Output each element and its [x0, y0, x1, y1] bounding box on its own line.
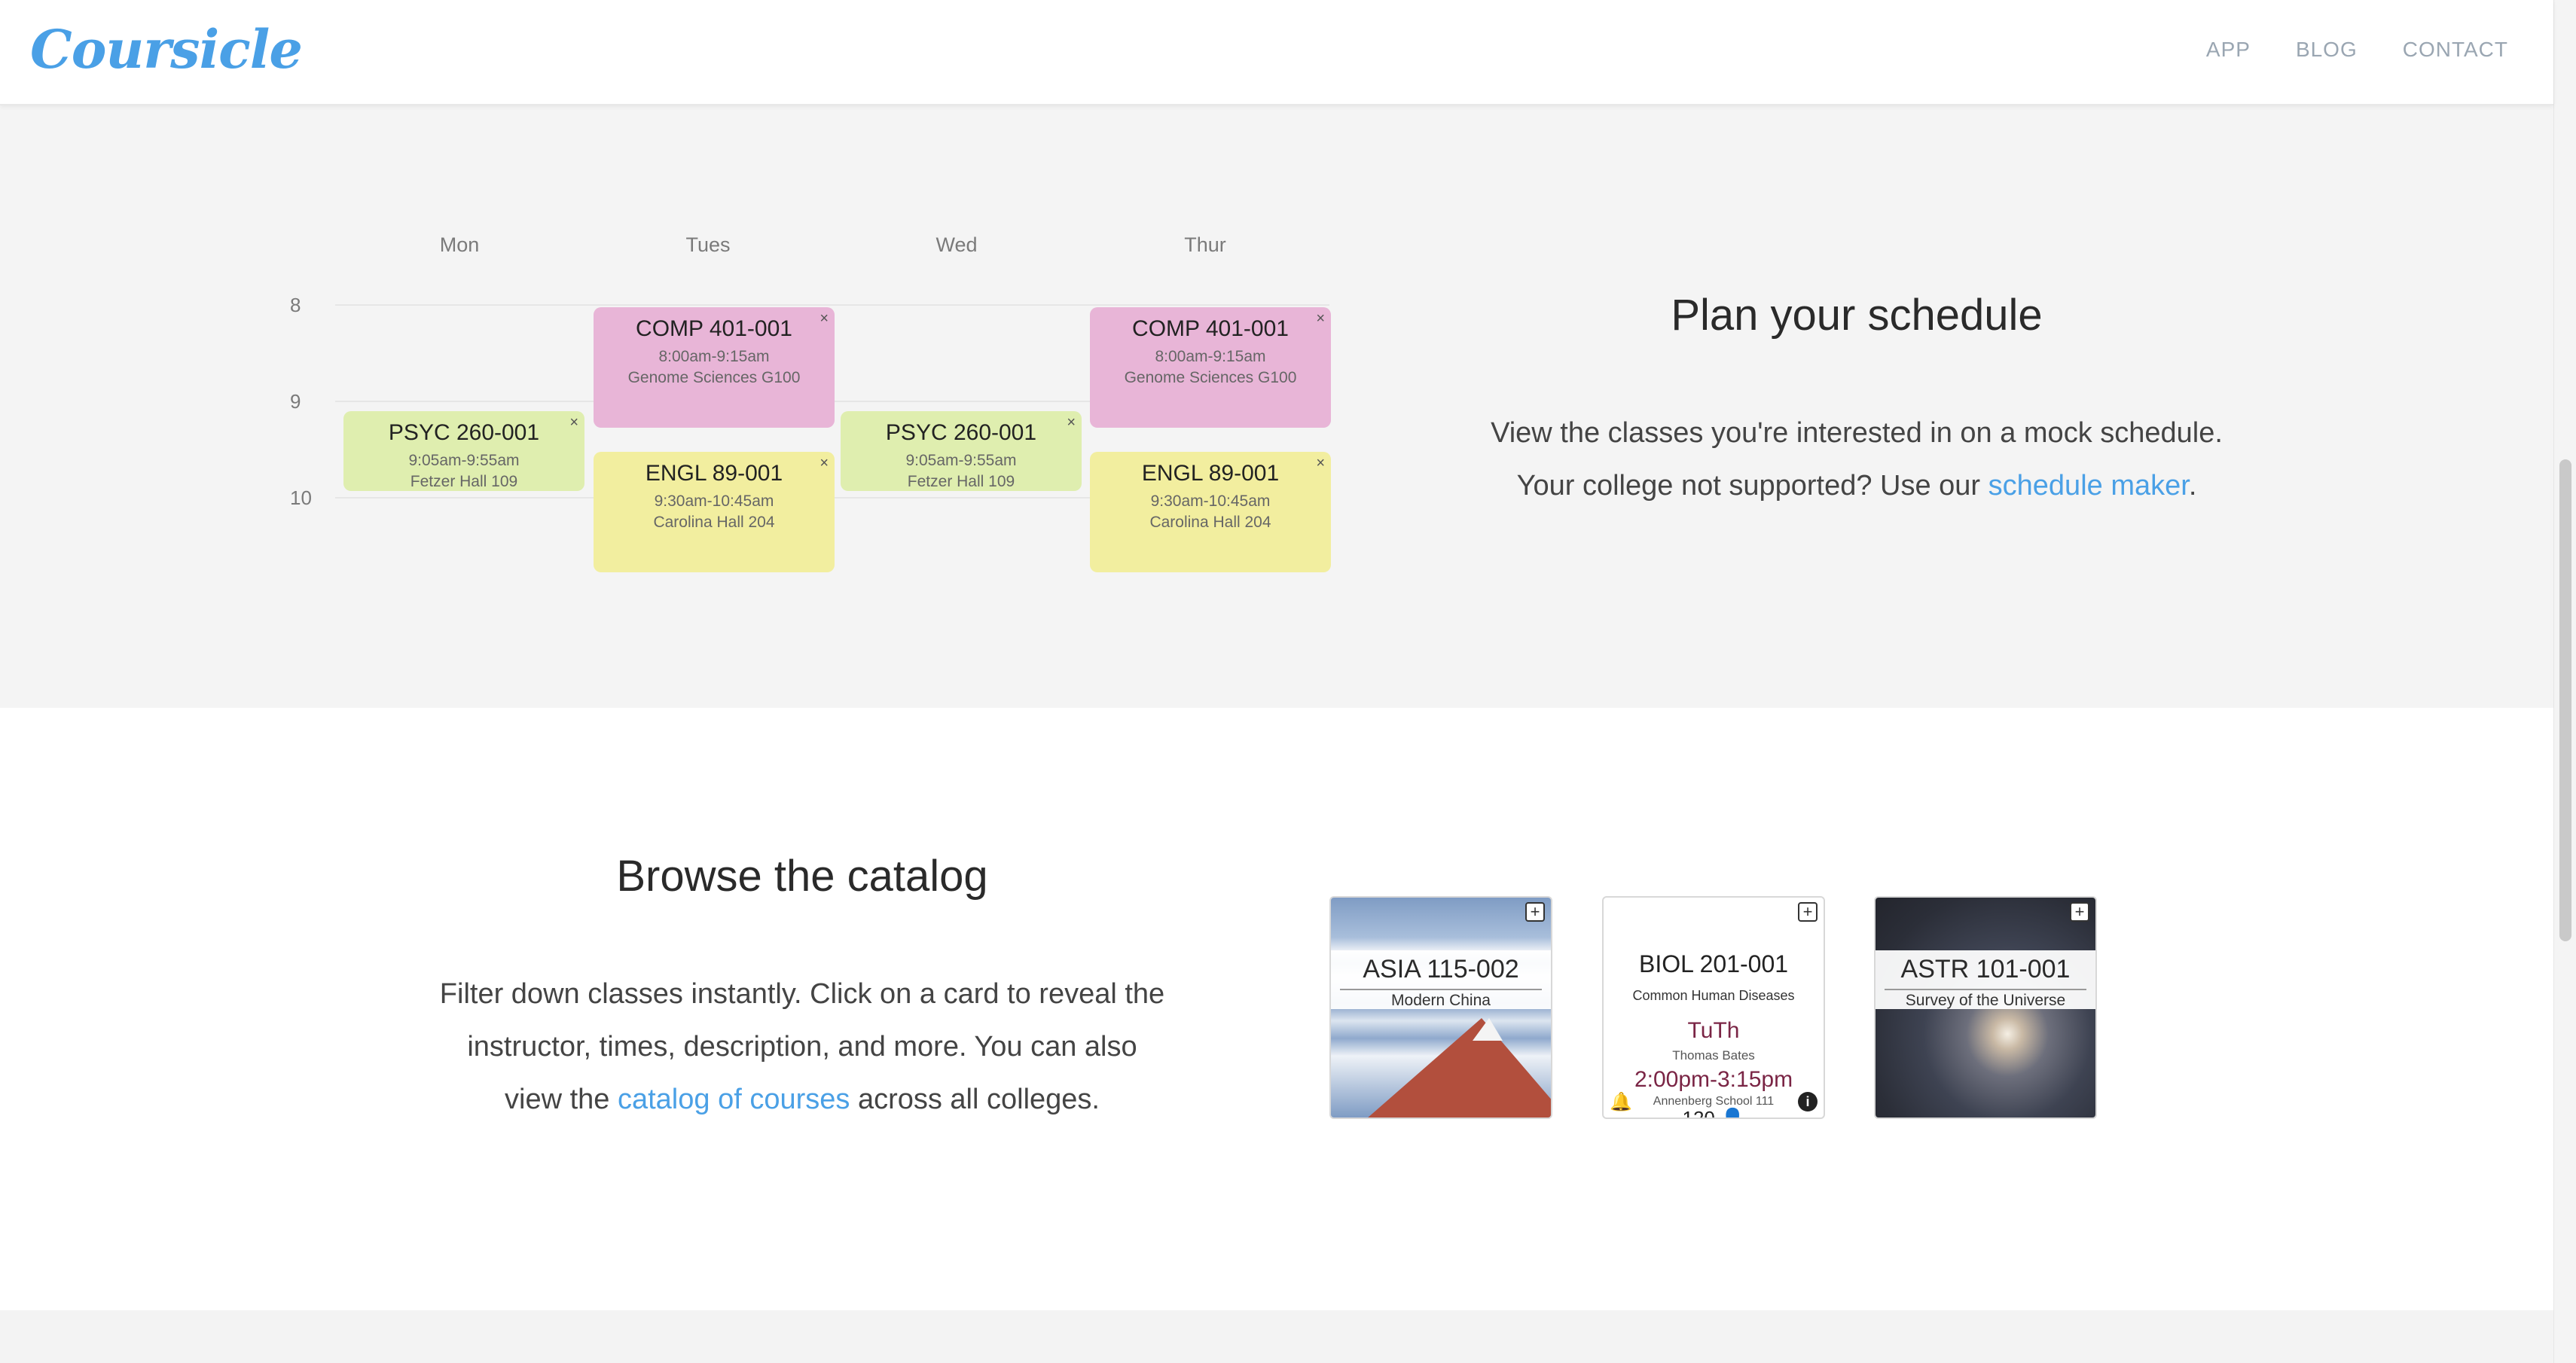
close-icon[interactable]: × [1316, 310, 1325, 328]
hour-label-10: 10 [290, 486, 312, 509]
day-label-tues: Tues [685, 233, 731, 256]
catalog-text-line1: Filter down classes instantly. Click on … [439, 978, 1165, 1010]
card-course-code: ASTR 101-001 [1900, 955, 2071, 983]
hour-gridline [335, 304, 1329, 306]
event-time: 9:05am-9:55am [905, 452, 1017, 469]
card-instructor: Thomas Bates [1672, 1048, 1755, 1063]
person-icon: 👤 [1720, 1107, 1745, 1119]
event-time: 9:05am-9:55am [408, 452, 520, 469]
close-icon[interactable]: × [569, 414, 578, 431]
close-icon[interactable]: × [819, 310, 829, 328]
event-time: 8:00am-9:15am [1155, 348, 1266, 365]
event-code: PSYC 260-001 [885, 420, 1037, 445]
event-location: Genome Sciences G100 [1124, 369, 1297, 386]
card-seat-count: 120 👤 [1604, 1107, 1824, 1119]
day-label-thur: Thur [1184, 233, 1226, 256]
schedule-description: View the classes you're interested in on… [1431, 407, 2282, 512]
mountain-snow [1473, 1018, 1503, 1041]
card-meeting-days: TuTh [1687, 1018, 1740, 1043]
event-psyc260-wed[interactable]: PSYC 260-001 9:05am-9:55am Fetzer Hall 1… [841, 411, 1082, 491]
hour-label-8: 8 [290, 294, 301, 316]
card-course-code: BIOL 201-001 [1638, 950, 1789, 977]
coursicle-logo[interactable]: Coursicle [30, 18, 303, 81]
card-course-name: Survey of the Universe [1884, 989, 2087, 1010]
site-header: Coursicle APP BLOG CONTACT [0, 0, 2553, 105]
event-comp401-tues[interactable]: COMP 401-001 8:00am-9:15am Genome Scienc… [594, 307, 835, 428]
event-psyc260-mon[interactable]: PSYC 260-001 9:05am-9:55am Fetzer Hall 1… [343, 411, 584, 491]
course-card-asia[interactable]: ASIA 115-002 Modern China + [1329, 896, 1552, 1119]
bell-icon[interactable]: 🔔 [1610, 1091, 1632, 1113]
nav-blog-link[interactable]: BLOG [2296, 38, 2358, 62]
add-plus-icon[interactable]: + [1525, 902, 1545, 922]
event-code: COMP 401-001 [1132, 316, 1289, 341]
mountain-artwork [1361, 1018, 1551, 1118]
add-plus-icon[interactable]: + [1798, 902, 1818, 922]
schedule-heading: Plan your schedule [1671, 291, 2043, 340]
schedule-text-period: . [2188, 470, 2197, 502]
event-code: PSYC 260-001 [388, 420, 540, 445]
close-icon[interactable]: × [1316, 455, 1325, 472]
page-scrollbar[interactable] [2553, 0, 2576, 1363]
card-course-code: ASIA 115-002 [1363, 955, 1519, 983]
next-section-edge [0, 1310, 2553, 1363]
course-card-astr[interactable]: ASTR 101-001 Survey of the Universe + [1874, 896, 2097, 1119]
day-label-mon: Mon [439, 233, 480, 256]
event-code: COMP 401-001 [636, 316, 792, 341]
course-card-biol[interactable]: BIOL 201-001 Common Human Diseases TuTh … [1602, 896, 1825, 1119]
event-location: Fetzer Hall 109 [907, 473, 1015, 490]
schedule-maker-link[interactable]: schedule maker [1988, 470, 2189, 502]
catalog-text-line2: instructor, times, description, and more… [467, 1031, 1137, 1063]
schedule-text-line2: Your college not supported? Use our [1516, 470, 1988, 502]
seat-count-value: 120 [1682, 1107, 1715, 1119]
event-code: ENGL 89-001 [1141, 461, 1280, 486]
info-icon[interactable]: i [1798, 1092, 1818, 1111]
catalog-text-line3: view the [505, 1084, 618, 1115]
close-icon[interactable]: × [1067, 414, 1076, 431]
event-engl89-tues[interactable]: ENGL 89-001 9:30am-10:45am Carolina Hall… [594, 452, 835, 572]
catalog-of-courses-link[interactable]: catalog of courses [618, 1084, 850, 1115]
card-title-band: ASIA 115-002 Modern China [1331, 950, 1551, 1009]
add-plus-icon[interactable]: + [2070, 902, 2089, 922]
event-time: 9:30am-10:45am [654, 492, 774, 510]
catalog-heading: Browse the catalog [616, 852, 988, 901]
top-nav: APP BLOG CONTACT [2206, 38, 2508, 62]
event-location: Carolina Hall 204 [1149, 514, 1271, 531]
event-time: 8:00am-9:15am [658, 348, 770, 365]
nav-contact-link[interactable]: CONTACT [2403, 38, 2508, 62]
catalog-text-line3-end: across all colleges. [850, 1084, 1100, 1115]
scrollbar-thumb[interactable] [2559, 459, 2571, 941]
card-course-name: Common Human Diseases [1632, 988, 1795, 1003]
event-engl89-thur[interactable]: ENGL 89-001 9:30am-10:45am Carolina Hall… [1090, 452, 1331, 572]
nav-app-link[interactable]: APP [2206, 38, 2251, 62]
day-label-wed: Wed [935, 233, 978, 256]
event-code: ENGL 89-001 [645, 461, 783, 486]
event-location: Carolina Hall 204 [653, 514, 775, 531]
catalog-description: Filter down classes instantly. Click on … [354, 968, 1250, 1126]
schedule-text-line1: View the classes you're interested in on… [1491, 417, 2223, 449]
event-comp401-thur[interactable]: COMP 401-001 8:00am-9:15am Genome Scienc… [1090, 307, 1331, 428]
event-location: Fetzer Hall 109 [410, 473, 518, 490]
card-course-name: Modern China [1339, 989, 1543, 1010]
event-location: Genome Sciences G100 [627, 369, 801, 386]
card-title-band: ASTR 101-001 Survey of the Universe [1876, 950, 2095, 1009]
close-icon[interactable]: × [819, 455, 829, 472]
card-meeting-time: 2:00pm-3:15pm [1634, 1067, 1793, 1092]
hour-label-9: 9 [290, 390, 301, 413]
event-time: 9:30am-10:45am [1150, 492, 1271, 510]
